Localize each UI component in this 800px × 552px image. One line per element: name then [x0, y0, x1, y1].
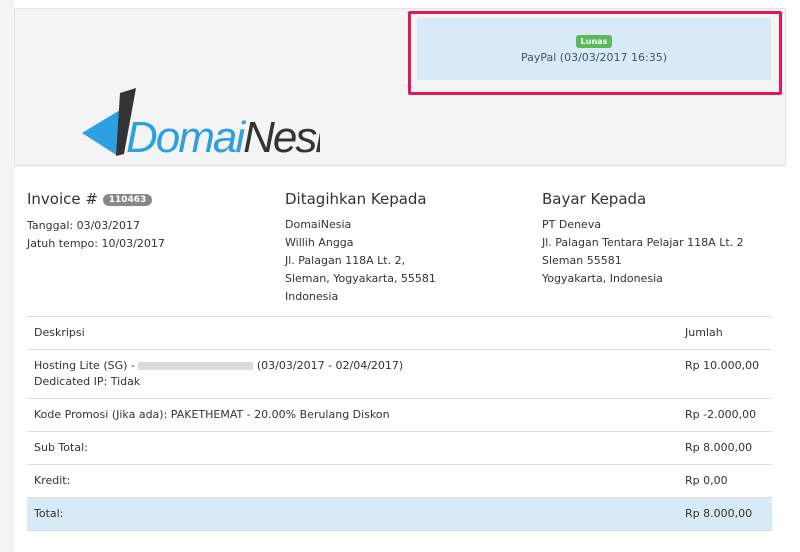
address-line: DomaiNesia — [285, 218, 352, 231]
total-label: Total: — [27, 497, 678, 531]
item-amount: Rp -2.000,00 — [678, 398, 772, 432]
item-period: (03/03/2017 - 02/04/2017) — [256, 359, 404, 372]
subtotal-row: Sub Total: Rp 8.000,00 — [27, 431, 772, 465]
highlight-frame — [408, 11, 782, 95]
pay-to-title: Bayar Kepada — [542, 190, 647, 208]
header-description: Deskripsi — [27, 316, 678, 350]
item-description: Hosting Lite (SG) - — [34, 359, 135, 372]
table-header-row: Deskripsi Jumlah — [27, 316, 772, 350]
address-line: Willih Angga — [285, 236, 354, 249]
invoice-due-date: Jatuh tempo: 10/03/2017 — [27, 236, 165, 250]
credit-amount: Rp 0,00 — [678, 464, 772, 498]
total-amount: Rp 8.000,00 — [678, 497, 772, 531]
item-amount: Rp 10.000,00 — [678, 349, 772, 399]
table-row: Hosting Lite (SG) - (03/03/2017 - 02/04/… — [27, 349, 772, 399]
redacted-domain — [138, 362, 254, 370]
total-row: Total: Rp 8.000,00 — [27, 497, 772, 531]
table-row: Kode Promosi (Jika ada): PAKETHEMAT - 20… — [27, 398, 772, 432]
address-line: Indonesia — [285, 290, 339, 303]
subtotal-label: Sub Total: — [27, 431, 678, 465]
pay-to: Bayar Kepada PT Deneva Jl. Palagan Tenta… — [542, 190, 744, 288]
item-description: Kode Promosi (Jika ada): PAKETHEMAT - 20… — [27, 398, 678, 432]
invoice-label: Invoice # — [27, 190, 98, 208]
billed-to: Ditagihkan Kepada DomaiNesia Willih Angg… — [285, 190, 436, 306]
address-line: Sleman 55581 — [542, 254, 622, 267]
address-line: Sleman, Yogyakarta, 55581 — [285, 272, 436, 285]
invoice-info: Invoice # 110463 Tanggal: 03/03/2017 Jat… — [27, 190, 165, 253]
page-margin — [0, 0, 14, 552]
domainesia-logo: DomaiNesia — [82, 88, 320, 158]
item-detail: Dedicated IP: Tidak — [34, 375, 141, 388]
invoice-date: Tanggal: 03/03/2017 — [27, 218, 140, 232]
credit-label: Kredit: — [27, 464, 678, 498]
invoice-number: 110463 — [102, 193, 153, 206]
address-line: Yogyakarta, Indonesia — [542, 272, 663, 285]
invoice-items-table: Deskripsi Jumlah Hosting Lite (SG) - (03/… — [27, 316, 772, 531]
header-amount: Jumlah — [678, 316, 772, 350]
address-line: Jl. Palagan 118A Lt. 2, — [285, 254, 406, 267]
address-line: Jl. Palagan Tentara Pelajar 118A Lt. 2 — [542, 236, 744, 249]
billed-to-title: Ditagihkan Kepada — [285, 190, 427, 208]
address-line: PT Deneva — [542, 218, 602, 231]
svg-text:DomaiNesia: DomaiNesia — [126, 113, 320, 158]
subtotal-amount: Rp 8.000,00 — [678, 431, 772, 465]
credit-row: Kredit: Rp 0,00 — [27, 464, 772, 498]
